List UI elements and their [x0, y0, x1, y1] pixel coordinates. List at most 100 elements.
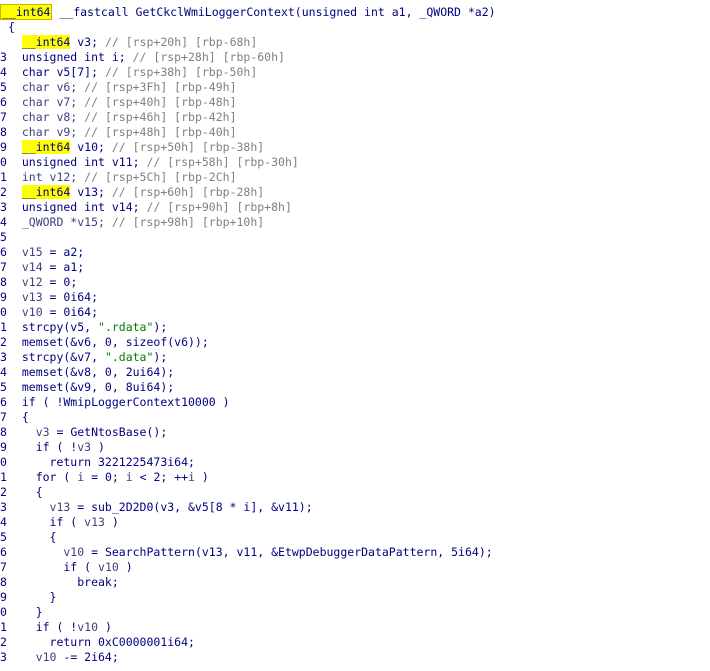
code-line[interactable]: 3 v10 -= 2i64; [0, 650, 119, 665]
code-token: for ( [8, 470, 78, 484]
code-token: i [125, 470, 133, 484]
code-token: i [188, 470, 195, 484]
code-line[interactable]: __int64 v3; // [rsp+20h] [rbp-68h] [8, 35, 257, 50]
code-token: v12 [8, 275, 43, 289]
code-line[interactable]: __int64 __fastcall GetCkclWmiLoggerConte… [0, 4, 496, 20]
highlighted-type: __int64 [21, 140, 71, 154]
line-number-fragment: 0 [0, 305, 7, 319]
code-token: if ( ! [8, 440, 78, 454]
line-number-fragment: 4 [0, 215, 7, 229]
code-token: v15 [8, 245, 43, 259]
code-token: v13 [8, 290, 43, 304]
code-line[interactable]: 5 memset(&v9, 0, 8ui64); [0, 380, 174, 395]
code-line[interactable]: 3 strcpy(&v7, ".data"); [0, 350, 167, 365]
code-token: { [8, 20, 15, 34]
code-line[interactable]: 1 if ( !v10 ) [0, 620, 112, 635]
code-line[interactable]: 8 v3 = GetNtosBase(); [0, 425, 167, 440]
line-number-fragment: 5 [0, 230, 7, 244]
code-token: = 0i64; [42, 305, 99, 319]
code-line[interactable]: 2 __int64 v13; // [rsp+60h] [rbp-28h] [0, 185, 265, 200]
code-line[interactable]: 4 if ( v13 ) [0, 515, 119, 530]
pseudocode-view[interactable]: __int64 __fastcall GetCkclWmiLoggerConte… [0, 0, 710, 671]
code-line[interactable]: 8 char v9; // [rsp+48h] [rbp-40h] [0, 125, 237, 140]
code-line[interactable]: 9 __int64 v10; // [rsp+50h] [rbp-38h] [0, 140, 265, 155]
code-comment: // [rsp+48h] [rbp-40h] [84, 125, 237, 139]
code-line[interactable]: 1 for ( i = 0; i < 2; ++i ) [0, 470, 209, 485]
code-token: if ( [8, 515, 85, 529]
code-token: if ( !WmipLoggerContext10000 ) [8, 395, 230, 409]
line-number-fragment: 7 [0, 560, 7, 574]
line-number-fragment: 3 [0, 500, 7, 514]
code-line[interactable]: 0 return 3221225473i64; [0, 455, 195, 470]
code-line[interactable]: 3 v13 = sub_2D2D0(v3, &v5[8 * i], &v11); [0, 500, 313, 515]
line-number-fragment: 2 [0, 485, 7, 499]
line-number-fragment: 9 [0, 140, 7, 154]
code-token: v3 [8, 425, 50, 439]
code-token: ); [153, 320, 168, 334]
code-line[interactable]: 0 v10 = 0i64; [0, 305, 99, 320]
code-line[interactable]: 2 return 0xC0000001i64; [0, 635, 195, 650]
highlighted-type: __int64 [21, 35, 71, 49]
line-number-fragment: 3 [0, 650, 7, 664]
code-token: char v8; [8, 110, 85, 124]
code-token: = a2; [42, 245, 85, 259]
code-line[interactable]: { [8, 20, 15, 35]
code-line[interactable]: 6 v10 = SearchPattern(v13, v11, &EtwpDeb… [0, 545, 493, 560]
line-number-fragment: 5 [0, 530, 7, 544]
code-line[interactable]: 3 unsigned int v14; // [rsp+90h] [rbp+8h… [0, 200, 292, 215]
code-line[interactable]: 7 if ( v10 ) [0, 560, 133, 575]
code-line[interactable]: 7 char v8; // [rsp+46h] [rbp-42h] [0, 110, 237, 125]
line-number-fragment: 2 [0, 335, 7, 349]
code-line[interactable]: 4 char v5[7]; // [rsp+38h] [rbp-50h] [0, 65, 257, 80]
line-number-fragment: 9 [0, 440, 7, 454]
code-token: _QWORD *v15; [8, 215, 112, 229]
code-token: v3; [70, 35, 105, 49]
code-token: return 3221225473i64; [8, 455, 195, 469]
line-number-fragment: 4 [0, 365, 7, 379]
code-comment: // [rsp+60h] [rbp-28h] [111, 185, 265, 199]
code-line[interactable]: 6 char v7; // [rsp+40h] [rbp-48h] [0, 95, 237, 110]
code-token: char v9; [8, 125, 85, 139]
code-token: unsigned int v11; [8, 155, 147, 169]
line-number-fragment: 6 [0, 245, 7, 259]
line-number-fragment: 7 [0, 410, 7, 424]
code-line[interactable]: 6 if ( !WmipLoggerContext10000 ) [0, 395, 230, 410]
code-line[interactable]: 2 memset(&v6, 0, sizeof(v6)); [0, 335, 209, 350]
code-line[interactable]: 5 char v6; // [rsp+3Fh] [rbp-49h] [0, 80, 237, 95]
code-line[interactable]: 2 { [0, 485, 43, 500]
code-line[interactable]: 3 unsigned int i; // [rsp+28h] [rbp-60h] [0, 50, 285, 65]
line-number-fragment: 3 [0, 350, 7, 364]
code-line[interactable]: 0 } [0, 605, 43, 620]
code-comment: // [rsp+90h] [rbp+8h] [146, 200, 292, 214]
code-line[interactable]: 4 memset(&v8, 0, 2ui64); [0, 365, 174, 380]
code-line[interactable]: 7 { [0, 410, 29, 425]
code-line[interactable]: 8 break; [0, 575, 119, 590]
line-number-fragment: 5 [0, 380, 7, 394]
code-token: v10 [8, 650, 57, 664]
code-comment: // [rsp+20h] [rbp-68h] [104, 35, 258, 49]
code-line[interactable]: 9 v13 = 0i64; [0, 290, 98, 305]
code-token: = sub_2D2D0(v3, &v5[8 * i], &v11); [70, 500, 313, 514]
code-line[interactable]: 9 } [0, 590, 56, 605]
code-line[interactable]: 8 v12 = 0; [0, 275, 77, 290]
code-line[interactable]: 9 if ( !v3 ) [0, 440, 105, 455]
string-literal: ".data" [104, 350, 154, 364]
line-number-fragment: 9 [0, 290, 7, 304]
code-comment: // [rsp+46h] [rbp-42h] [84, 110, 237, 124]
line-number-fragment: 8 [0, 425, 7, 439]
code-line[interactable]: 6 v15 = a2; [0, 245, 85, 260]
code-line[interactable]: 5 { [0, 530, 56, 545]
code-comment: // [rsp+50h] [rbp-38h] [111, 140, 265, 154]
code-comment: // [rsp+3Fh] [rbp-49h] [84, 80, 237, 94]
highlighted-type: __int64 [0, 4, 53, 20]
code-line[interactable]: 4 _QWORD *v15; // [rsp+98h] [rbp+10h] [0, 215, 264, 230]
code-line[interactable]: 1 int v12; // [rsp+5Ch] [rbp-2Ch] [0, 170, 237, 185]
code-token: v10 [98, 560, 119, 574]
code-line[interactable]: 1 strcpy(v5, ".rdata"); [0, 320, 168, 335]
code-token: -= 2i64; [56, 650, 119, 664]
code-token: v3 [77, 440, 92, 454]
line-number-fragment: 9 [0, 590, 7, 604]
code-token: unsigned int v14; [8, 200, 147, 214]
code-line[interactable]: 0 unsigned int v11; // [rsp+58h] [rbp-30… [0, 155, 299, 170]
code-line[interactable]: 7 v14 = a1; [0, 260, 84, 275]
